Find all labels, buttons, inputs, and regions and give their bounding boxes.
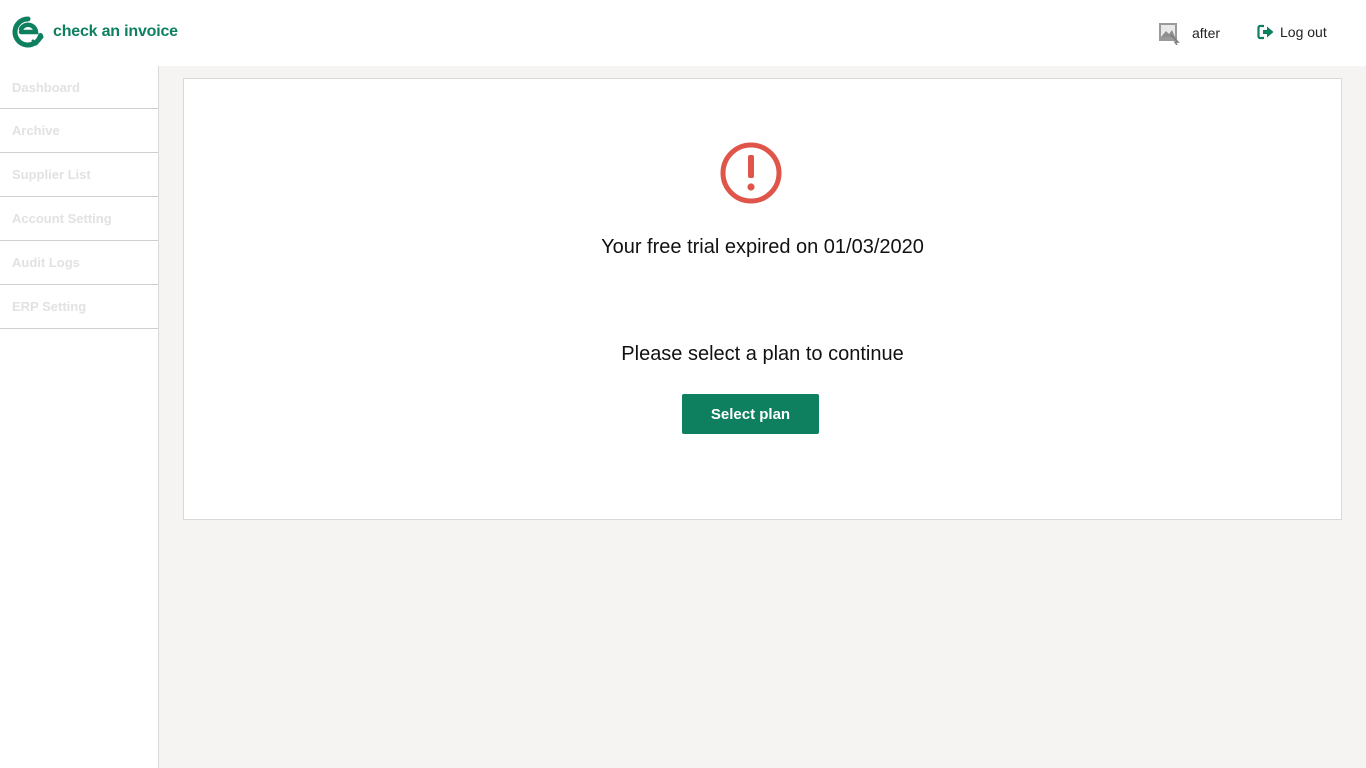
sidebar-item-account-setting[interactable]: Account Setting — [0, 197, 158, 241]
user-menu[interactable]: after — [1158, 20, 1220, 46]
top-bar: check an invoice after Log out — [0, 0, 1366, 66]
trial-expired-message: Your free trial expired on 01/03/2020 — [601, 236, 924, 258]
exclamation-circle-icon — [720, 142, 782, 204]
trial-expired-card: Your free trial expired on 01/03/2020 Pl… — [183, 78, 1342, 520]
sidebar-item-supplier-list[interactable]: Supplier List — [0, 153, 158, 197]
select-plan-button[interactable]: Select plan — [682, 394, 819, 434]
brand-logo[interactable]: check an invoice — [12, 16, 178, 48]
broken-image-icon — [1159, 23, 1180, 45]
sidebar-item-archive[interactable]: Archive — [0, 109, 158, 153]
select-plan-prompt: Please select a plan to continue — [621, 343, 904, 365]
sign-out-icon — [1257, 24, 1274, 40]
brand-name: check an invoice — [53, 23, 178, 40]
sidebar-item-erp-setting[interactable]: ERP Setting — [0, 285, 158, 329]
logout-link[interactable]: Log out — [1257, 22, 1327, 42]
logout-label: Log out — [1280, 24, 1327, 40]
user-name: after — [1192, 25, 1221, 41]
sidebar-item-audit-logs[interactable]: Audit Logs — [0, 241, 158, 285]
check-logo-icon — [12, 16, 44, 48]
sidebar: Dashboard Archive Supplier List Account … — [0, 66, 159, 768]
sidebar-item-dashboard[interactable]: Dashboard — [0, 66, 158, 109]
